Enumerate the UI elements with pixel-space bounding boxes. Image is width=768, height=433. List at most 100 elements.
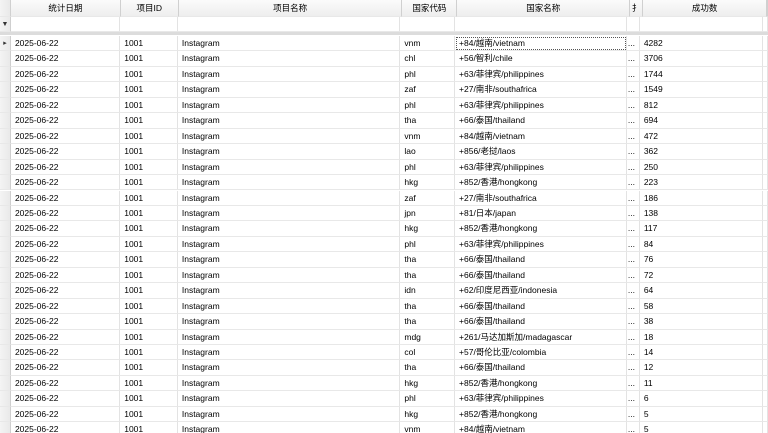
cell-date[interactable]: 2025-06-22 <box>10 205 121 222</box>
table-row[interactable]: 2025-06-22 1001 Instagram tha +66/泰国/thailan… <box>0 113 768 129</box>
row-indicator[interactable] <box>0 205 11 222</box>
cell-extra-ellipsis[interactable]: ... <box>626 236 640 253</box>
cell-project-id[interactable]: 1001 <box>120 205 178 222</box>
cell-extra-ellipsis[interactable]: ... <box>626 221 640 237</box>
cell-project-id[interactable]: 1001 <box>120 36 178 52</box>
cell-country-name[interactable]: +27/南非/southafrica <box>455 82 627 98</box>
header-indicator-corner[interactable] <box>0 0 11 17</box>
cell-project-name[interactable]: Instagram <box>177 82 401 98</box>
data-grid[interactable]: 统计日期 项目ID 项目名称 国家代码 国家名称 扌 成功数 ▼ ▸ 2025-0… <box>0 0 768 433</box>
table-row[interactable]: 2025-06-22 1001 Instagram hkg +852/香港/hongko… <box>0 406 768 423</box>
cell-project-name[interactable]: Instagram <box>177 406 401 423</box>
cell-success-count[interactable]: 472 <box>639 128 763 145</box>
cell-success-count[interactable]: 6 <box>639 391 763 407</box>
table-row[interactable]: 2025-06-22 1001 Instagram hkg +852/香港/hongko… <box>0 175 768 191</box>
cell-success-count[interactable]: 362 <box>639 144 763 160</box>
cell-date[interactable]: 2025-06-22 <box>11 422 121 433</box>
cell-extra-ellipsis[interactable]: ... <box>626 190 640 206</box>
cell-success-count[interactable]: 14 <box>639 345 763 361</box>
cell-success-count[interactable]: 12 <box>639 360 763 376</box>
cell-extra-ellipsis[interactable]: ... <box>626 375 640 392</box>
table-row[interactable]: 2025-06-22 1001 Instagram hkg +852/香港/hongko… <box>0 375 768 392</box>
cell-project-name[interactable]: Instagram <box>177 97 401 114</box>
table-row[interactable]: 2025-06-22 1001 Instagram phl +63/菲律宾/philip… <box>0 97 768 114</box>
filter-cell-country-code[interactable] <box>400 17 456 32</box>
cell-extra-ellipsis[interactable]: ... <box>626 113 640 129</box>
filter-cell-country-name[interactable] <box>455 17 627 32</box>
cell-project-name[interactable]: Instagram <box>177 298 401 315</box>
column-header-country-name[interactable]: 国家名称 <box>457 0 631 17</box>
cell-project-name[interactable]: Instagram <box>177 205 401 222</box>
cell-project-name[interactable]: Instagram <box>177 66 401 83</box>
cell-country-name[interactable]: +84/越南/vietnam <box>455 128 627 145</box>
cell-extra-ellipsis[interactable]: ... <box>626 159 640 176</box>
cell-success-count[interactable]: 223 <box>639 175 763 191</box>
cell-project-id[interactable]: 1001 <box>120 298 178 315</box>
cell-date[interactable]: 2025-06-22 <box>10 51 121 67</box>
cell-date[interactable]: 2025-06-22 <box>10 190 121 206</box>
cell-country-name[interactable]: +852/香港/hongkong <box>455 406 627 423</box>
table-row[interactable]: 2025-06-22 1001 Instagram chl +56/智利/chile..… <box>0 51 768 67</box>
filter-cell-success-count[interactable] <box>639 17 763 32</box>
table-row[interactable]: 2025-06-22 1001 Instagram phl +63/菲律宾/philip… <box>0 391 768 407</box>
table-row[interactable]: 2025-06-22 1001 Instagram tha +66/泰国/thailan… <box>0 252 768 268</box>
cell-extra-ellipsis[interactable]: ... <box>626 36 640 52</box>
cell-project-id[interactable]: 1001 <box>120 128 178 145</box>
cell-country-code[interactable]: tha <box>400 360 456 376</box>
cell-country-code[interactable]: phl <box>400 66 456 83</box>
cell-extra-ellipsis[interactable]: ... <box>627 422 640 433</box>
cell-project-id[interactable]: 1001 <box>120 175 178 191</box>
cell-country-name[interactable]: +63/菲律宾/philippines <box>455 159 627 176</box>
cell-country-name[interactable]: +27/南非/southafrica <box>455 190 627 206</box>
cell-date[interactable]: 2025-06-22 <box>10 314 121 330</box>
cell-country-name[interactable]: +66/泰国/thailand <box>455 298 627 315</box>
cell-country-name[interactable]: +57/哥伦比亚/colombia <box>455 345 627 361</box>
cell-country-name[interactable]: +63/菲律宾/philippines <box>455 97 627 114</box>
cell-extra-ellipsis[interactable]: ... <box>626 175 640 191</box>
table-row[interactable]: 2025-06-22 1001 Instagram mdg +261/马达加斯加/mad… <box>0 329 768 345</box>
cell-extra-ellipsis[interactable]: ... <box>626 205 640 222</box>
cell-date[interactable]: 2025-06-22 <box>10 97 121 114</box>
cell-country-code[interactable]: vnm <box>400 422 456 433</box>
cell-project-id[interactable]: 1001 <box>120 406 178 423</box>
cell-country-code[interactable]: vnm <box>400 128 456 145</box>
cell-project-id[interactable]: 1001 <box>120 391 178 407</box>
cell-extra-ellipsis[interactable]: ... <box>626 406 640 423</box>
cell-country-name[interactable]: +63/菲律宾/philippines <box>455 391 627 407</box>
table-row[interactable]: 2025-06-22 1001 Instagram vnm +84/越南/vietnam… <box>0 128 768 145</box>
cell-success-count[interactable]: 5 <box>640 422 763 433</box>
row-indicator[interactable] <box>0 360 11 376</box>
row-indicator[interactable] <box>0 236 11 253</box>
cell-success-count[interactable]: 3706 <box>639 51 763 67</box>
cell-extra-ellipsis[interactable]: ... <box>626 66 640 83</box>
row-indicator[interactable] <box>0 66 11 83</box>
cell-project-id[interactable]: 1001 <box>120 221 178 237</box>
row-indicator[interactable] <box>0 113 11 129</box>
table-row[interactable]: 2025-06-22 1001 Instagram jpn +81/日本/japan..… <box>0 205 768 222</box>
cell-extra-ellipsis[interactable]: ... <box>626 314 640 330</box>
cell-project-id[interactable]: 1001 <box>120 252 178 268</box>
cell-country-code[interactable]: phl <box>400 391 456 407</box>
cell-success-count[interactable]: 1549 <box>639 82 763 98</box>
auto-filter-row[interactable]: ▼ <box>0 17 768 33</box>
cell-project-name[interactable]: Instagram <box>177 144 401 160</box>
row-indicator[interactable] <box>0 267 11 284</box>
row-indicator[interactable] <box>0 97 11 114</box>
cell-success-count[interactable]: 58 <box>639 298 763 315</box>
cell-success-count[interactable]: 76 <box>639 252 763 268</box>
row-indicator[interactable] <box>0 190 11 206</box>
cell-country-code[interactable]: tha <box>400 298 456 315</box>
cell-country-code[interactable]: tha <box>400 267 456 284</box>
table-row[interactable]: 2025-06-22 1001 Instagram idn +62/印度尼西亚/indo… <box>0 283 768 299</box>
filter-cell-project-id[interactable] <box>120 17 178 32</box>
cell-extra-ellipsis[interactable]: ... <box>626 82 640 98</box>
cell-date[interactable]: 2025-06-22 <box>10 66 121 83</box>
cell-country-code[interactable]: tha <box>400 314 456 330</box>
cell-country-name[interactable]: +84/越南/vietnam <box>455 36 627 52</box>
row-indicator[interactable] <box>0 175 11 191</box>
table-row[interactable]: 2025-06-22 1001 Instagram tha +66/泰国/thailan… <box>0 360 768 376</box>
cell-country-code[interactable]: jpn <box>400 205 456 222</box>
cell-extra-ellipsis[interactable]: ... <box>626 97 640 114</box>
cell-country-code[interactable]: hkg <box>400 375 456 392</box>
cell-project-name[interactable]: Instagram <box>177 36 401 52</box>
